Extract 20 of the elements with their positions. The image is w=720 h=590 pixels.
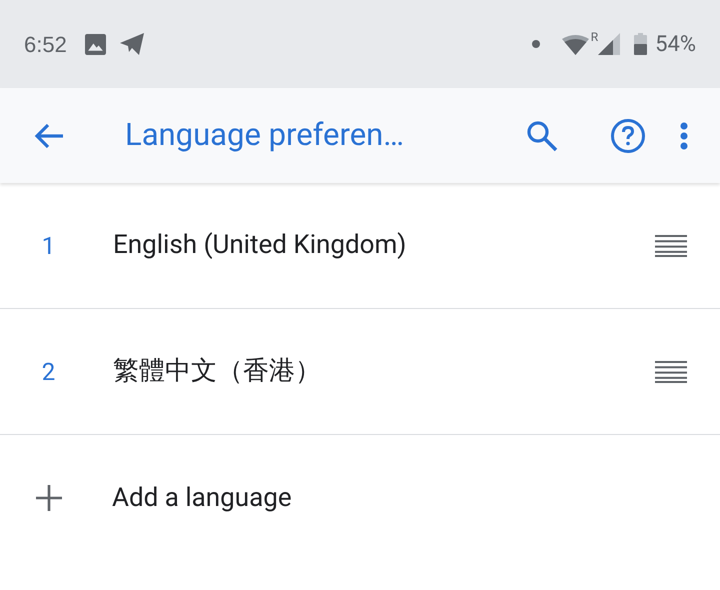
add-language-button[interactable]: Add a language	[0, 435, 720, 561]
page-title: Language preferen…	[125, 115, 404, 156]
language-name: 繁體中文（香港）	[113, 355, 321, 388]
wifi-icon	[562, 34, 589, 54]
clock-time: 6:52	[24, 30, 67, 58]
drag-handle-icon[interactable]	[655, 360, 687, 382]
battery-icon	[634, 33, 648, 55]
drag-handle-icon[interactable]	[655, 234, 687, 256]
dot-icon	[532, 40, 540, 48]
help-button[interactable]	[610, 118, 646, 154]
image-icon	[84, 34, 106, 54]
paper-plane-icon	[120, 33, 145, 55]
more-options-icon	[680, 122, 688, 150]
language-name: English (United Kingdom)	[113, 229, 406, 262]
roaming-indicator: R	[590, 29, 598, 46]
plus-icon	[36, 485, 62, 511]
signal-icon	[598, 33, 620, 55]
language-rank: 2	[40, 356, 56, 388]
battery-percentage: 54%	[655, 30, 696, 58]
language-rank: 1	[40, 230, 56, 262]
